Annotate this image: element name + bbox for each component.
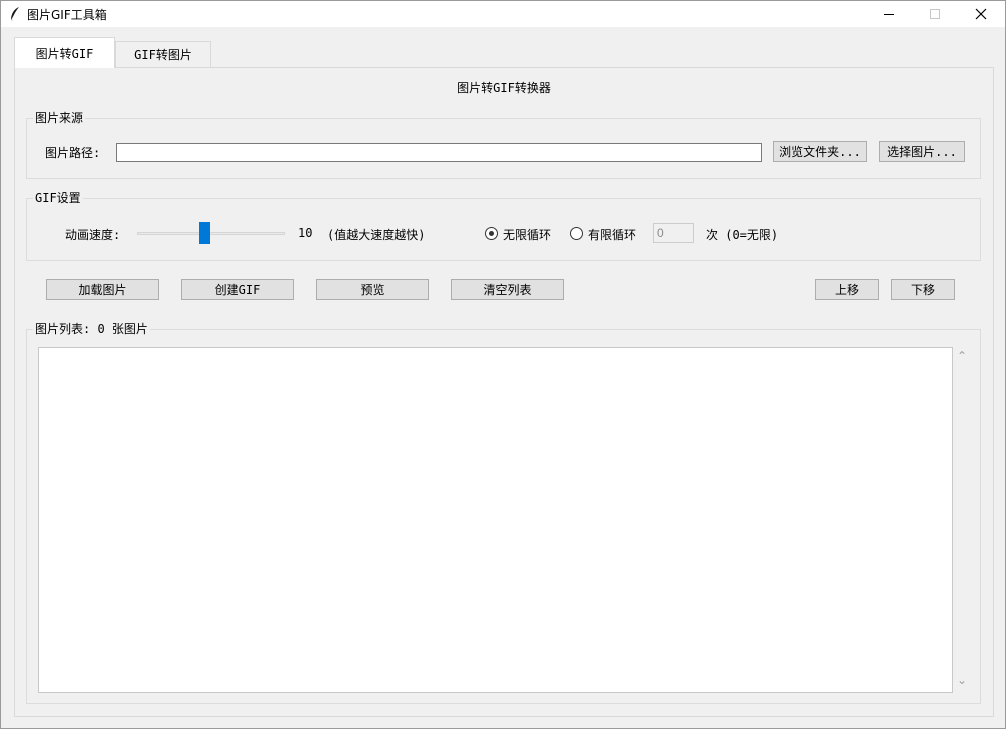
move-down-label: 下移	[910, 283, 935, 297]
scroll-up-icon[interactable]: ⌃	[957, 349, 967, 363]
loop-count-suffix: 次 (0=无限)	[706, 228, 779, 242]
move-down-button[interactable]: 下移	[891, 279, 955, 300]
vertical-scrollbar[interactable]: ⌃ ⌄	[954, 347, 971, 693]
tab-label: GIF转图片	[134, 48, 192, 62]
select-images-button[interactable]: 选择图片...	[879, 141, 965, 162]
gif-settings-group-label: GIF设置	[33, 190, 83, 206]
slider-track	[137, 232, 285, 235]
load-images-button[interactable]: 加载图片	[46, 279, 159, 300]
preview-button[interactable]: 预览	[316, 279, 429, 300]
speed-label: 动画速度:	[65, 228, 121, 242]
close-icon	[975, 8, 987, 20]
title-bar[interactable]: 图片GIF工具箱	[1, 1, 1005, 27]
speed-slider[interactable]	[137, 221, 285, 245]
loop-finite-label[interactable]: 有限循环	[588, 226, 636, 243]
browse-folder-button[interactable]: 浏览文件夹...	[773, 141, 867, 162]
app-window: 图片GIF工具箱 图片转GIF GIF转图片 图片转GIF转换器 图片来源 图片…	[0, 0, 1006, 729]
path-input[interactable]	[116, 143, 762, 162]
create-gif-button[interactable]: 创建GIF	[181, 279, 294, 300]
window-title: 图片GIF工具箱	[27, 8, 107, 22]
page-title: 图片转GIF转换器	[457, 81, 551, 95]
tab-label: 图片转GIF	[35, 46, 94, 61]
speed-hint: (值越大速度越快)	[327, 228, 426, 242]
path-label: 图片路径:	[45, 146, 101, 160]
create-gif-label: 创建GIF	[214, 283, 261, 297]
loop-infinite-radio[interactable]	[485, 227, 498, 240]
image-list-group-label: 图片列表: 0 张图片	[33, 321, 150, 337]
gif-settings-group: GIF设置 动画速度: 10 (值越大速度越快) 无限循环 有限循环 0 次 (…	[26, 190, 981, 261]
loop-count-input[interactable]: 0	[653, 223, 694, 243]
speed-value: 10	[298, 226, 313, 240]
maximize-icon	[930, 9, 940, 19]
tab-image-to-gif[interactable]: 图片转GIF	[14, 37, 115, 68]
tab-panel: 图片转GIF转换器 图片来源 图片路径: 浏览文件夹... 选择图片... GI…	[14, 67, 994, 717]
browse-folder-label: 浏览文件夹...	[779, 145, 861, 159]
scroll-down-icon[interactable]: ⌄	[957, 673, 967, 687]
feather-icon	[10, 7, 19, 22]
maximize-button[interactable]	[912, 1, 958, 27]
load-images-label: 加载图片	[78, 283, 127, 297]
image-listbox[interactable]	[38, 347, 953, 693]
select-images-label: 选择图片...	[887, 145, 957, 159]
close-button[interactable]	[958, 1, 1004, 27]
clear-list-button[interactable]: 清空列表	[451, 279, 564, 300]
source-group-label: 图片来源	[33, 110, 86, 126]
minimize-button[interactable]	[866, 1, 912, 27]
clear-list-label: 清空列表	[483, 283, 532, 297]
image-list-group: 图片列表: 0 张图片 ⌃ ⌄	[26, 321, 981, 704]
loop-infinite-label[interactable]: 无限循环	[503, 226, 551, 243]
preview-label: 预览	[360, 283, 385, 297]
tab-gif-to-image[interactable]: GIF转图片	[115, 41, 211, 67]
radio-selected-dot	[489, 231, 494, 236]
loop-count-value: 0	[657, 226, 664, 240]
minimize-icon	[884, 14, 894, 15]
slider-thumb[interactable]	[199, 222, 210, 244]
move-up-label: 上移	[834, 283, 859, 297]
source-group: 图片来源 图片路径: 浏览文件夹... 选择图片...	[26, 110, 981, 179]
loop-finite-radio[interactable]	[570, 227, 583, 240]
move-up-button[interactable]: 上移	[815, 279, 879, 300]
